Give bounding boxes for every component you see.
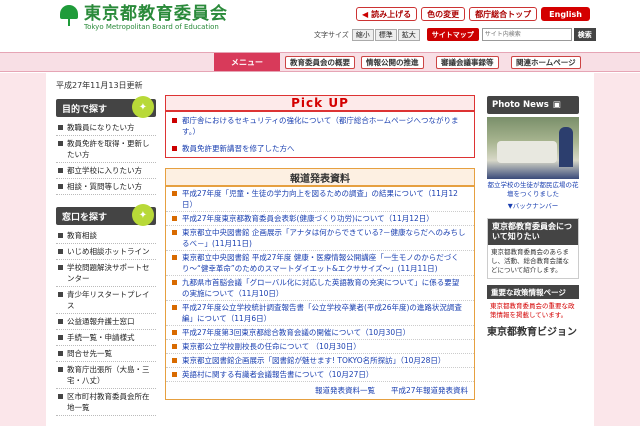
press-link[interactable]: 平成27年度東京都教育委員会表彰(健康づくり功労)について（11月12日） [166, 212, 474, 226]
photo-news-image[interactable] [487, 117, 579, 179]
search-button[interactable]: 検索 [573, 28, 596, 41]
press-link[interactable]: 東京都立中央図書館 企画展示「アナタは何からできている?－健康ならだへのみちしる… [166, 226, 474, 251]
list-item[interactable]: 公益通報弁護士窓口 [56, 314, 156, 330]
policy-title: 重要な政策情報ページ [487, 285, 579, 299]
metro-top-button[interactable]: 都庁総合トップ [469, 7, 538, 21]
list-item[interactable]: 青少年リスタートプレイス [56, 287, 156, 314]
press-footer: 報道発表資料一覧 平成27年報道発表資料 [166, 382, 474, 399]
press-release-box: 報道発表資料 平成27年度「児童・生徒の学力向上を図るための調査」の結果について… [165, 168, 475, 400]
color-change-button[interactable]: 色の変更 [421, 7, 466, 21]
font-size-small-button[interactable]: 縮小 [351, 28, 374, 41]
nav-board-overview[interactable]: 教育委員会の概要 [285, 56, 355, 69]
camera-icon: ▣ [552, 100, 561, 110]
site-logo[interactable]: 東京都教育委員会 Tokyo Metropolitan Board of Edu… [58, 5, 228, 32]
font-size-large-button[interactable]: 拡大 [397, 28, 420, 41]
nav-related-sites[interactable]: 関連ホームページ [511, 56, 581, 69]
updated-date: 平成27年11月13日更新 [56, 81, 143, 90]
search-input[interactable] [481, 28, 572, 41]
nav-info-disclosure[interactable]: 情報公開の推進 [361, 56, 424, 69]
global-nav: メニュー 教育委員会の概要 情報公開の推進 審議会議事録等 関連ホームページ [0, 52, 640, 72]
main-content: Pick UP 都庁舎におけるセキュリティの強化について（都庁総合ホームページへ… [165, 95, 475, 400]
policy-box[interactable]: 重要な政策情報ページ 東京都教育委員会の重要な政策情報を掲載しています。 [487, 285, 579, 323]
list-item[interactable]: 手続一覧・申請様式 [56, 330, 156, 346]
read-aloud-button[interactable]: ◀ 読み上げる [356, 7, 418, 21]
logo-title-jp: 東京都教育委員会 [84, 4, 228, 24]
press-list-link[interactable]: 報道発表資料一覧 [315, 385, 375, 396]
sitemap-button[interactable]: サイトマップ [426, 28, 479, 41]
pickup-link[interactable]: 教員免許更新講習を修了した方へ [166, 140, 474, 157]
about-board-body: 東京都教育委員会のあらまし、活動、総合教育会議などについて紹介します。 [491, 248, 569, 274]
list-item[interactable]: 学校問題解決サポートセンター [56, 260, 156, 287]
list-item[interactable]: 教職員になりたい方 [56, 120, 156, 136]
nav-council-minutes[interactable]: 審議会議事録等 [436, 56, 499, 69]
right-column: Photo News ▣ 都立学校の生徒が都民広場の花壇をつくりました ▼バック… [487, 96, 579, 339]
policy-body: 東京都教育委員会の重要な政策情報を掲載しています。 [490, 302, 575, 319]
press-link[interactable]: 東京都公立学校副校長の任命について （10月30日） [166, 340, 474, 354]
list-item[interactable]: 教員免許を取得・更新したい方 [56, 136, 156, 163]
education-vision-link[interactable]: 東京都教育ビジョン [487, 327, 579, 339]
about-board-box[interactable]: 東京都教育委員会について知りたい 東京都教育委員会のあらまし、活動、総合教育会議… [487, 218, 579, 279]
speaker-icon: ◀ [362, 9, 369, 19]
english-button[interactable]: English [541, 7, 590, 21]
pickup-box: Pick UP 都庁舎におけるセキュリティの強化について（都庁総合ホームページへ… [165, 95, 475, 158]
purpose-search-heading: 目的で探す ✦ [56, 96, 156, 118]
press-year-link[interactable]: 平成27年報道発表資料 [391, 385, 468, 396]
search-badge-icon: ✦ [132, 204, 154, 226]
list-item[interactable]: 都立学校に入りたい方 [56, 163, 156, 179]
press-link[interactable]: 東京都立図書館企画展示「図書館が魅せます! TOKYO名所探訪」（10月28日） [166, 354, 474, 368]
back-number-link[interactable]: ▼バックナンバー [487, 200, 579, 210]
pickup-link[interactable]: 都庁舎におけるセキュリティの強化について（都庁総合ホームページへつながります。） [166, 112, 474, 140]
photo-news-heading: Photo News ▣ [487, 96, 579, 114]
photo-caption[interactable]: 都立学校の生徒が都民広場の花壇をつくりました [487, 181, 579, 199]
press-heading: 報道発表資料 [166, 169, 474, 187]
press-link[interactable]: 東京都立中央図書館 平成27年度 健康・医療情報公開講座「一生モノのからだづくり… [166, 251, 474, 276]
ginkgo-icon [58, 5, 80, 27]
press-link[interactable]: 平成27年度公立学校統計調査報告書「公立学校卒業者(平成26年度)の進路状況調査… [166, 301, 474, 326]
search-badge-icon: ✦ [132, 96, 154, 118]
press-link[interactable]: 英語村に関する有識者会議報告書について（10月27日） [166, 368, 474, 382]
list-item[interactable]: 問合せ先一覧 [56, 346, 156, 362]
logo-title-en: Tokyo Metropolitan Board of Education [84, 23, 219, 31]
list-item[interactable]: いじめ相談ホットライン [56, 244, 156, 260]
list-item[interactable]: 区市町村教育委員会所在地一覧 [56, 389, 156, 416]
left-column: 平成27年11月13日更新 目的で探す ✦ 教職員になりたい方 教員免許を取得・… [56, 80, 156, 416]
pickup-heading: Pick UP [166, 96, 474, 112]
menu-label: メニュー [214, 53, 280, 71]
list-item[interactable]: 相談・質問等したい方 [56, 179, 156, 195]
list-item[interactable]: 教育相談 [56, 228, 156, 244]
list-item[interactable]: 教育庁出張所（大島・三宅・八丈） [56, 362, 156, 389]
window-search-heading: 窓口を探す ✦ [56, 204, 156, 226]
font-size-label: 文字サイズ [314, 30, 349, 39]
right-background [594, 73, 640, 426]
press-link[interactable]: 九都県市首脳会議「グローバル化に対応した英語教育の充実について」に係る要望の実施… [166, 276, 474, 301]
header: 東京都教育委員会 Tokyo Metropolitan Board of Edu… [0, 0, 640, 52]
font-size-standard-button[interactable]: 標準 [374, 28, 397, 41]
press-link[interactable]: 平成27年度「児童・生徒の学力向上を図るための調査」の結果について（11月12日… [166, 187, 474, 212]
press-link[interactable]: 平成27年度第3回東京都総合教育会議の開催について（10月30日） [166, 326, 474, 340]
about-board-title: 東京都教育委員会について知りたい [488, 219, 578, 245]
left-background [0, 73, 46, 426]
